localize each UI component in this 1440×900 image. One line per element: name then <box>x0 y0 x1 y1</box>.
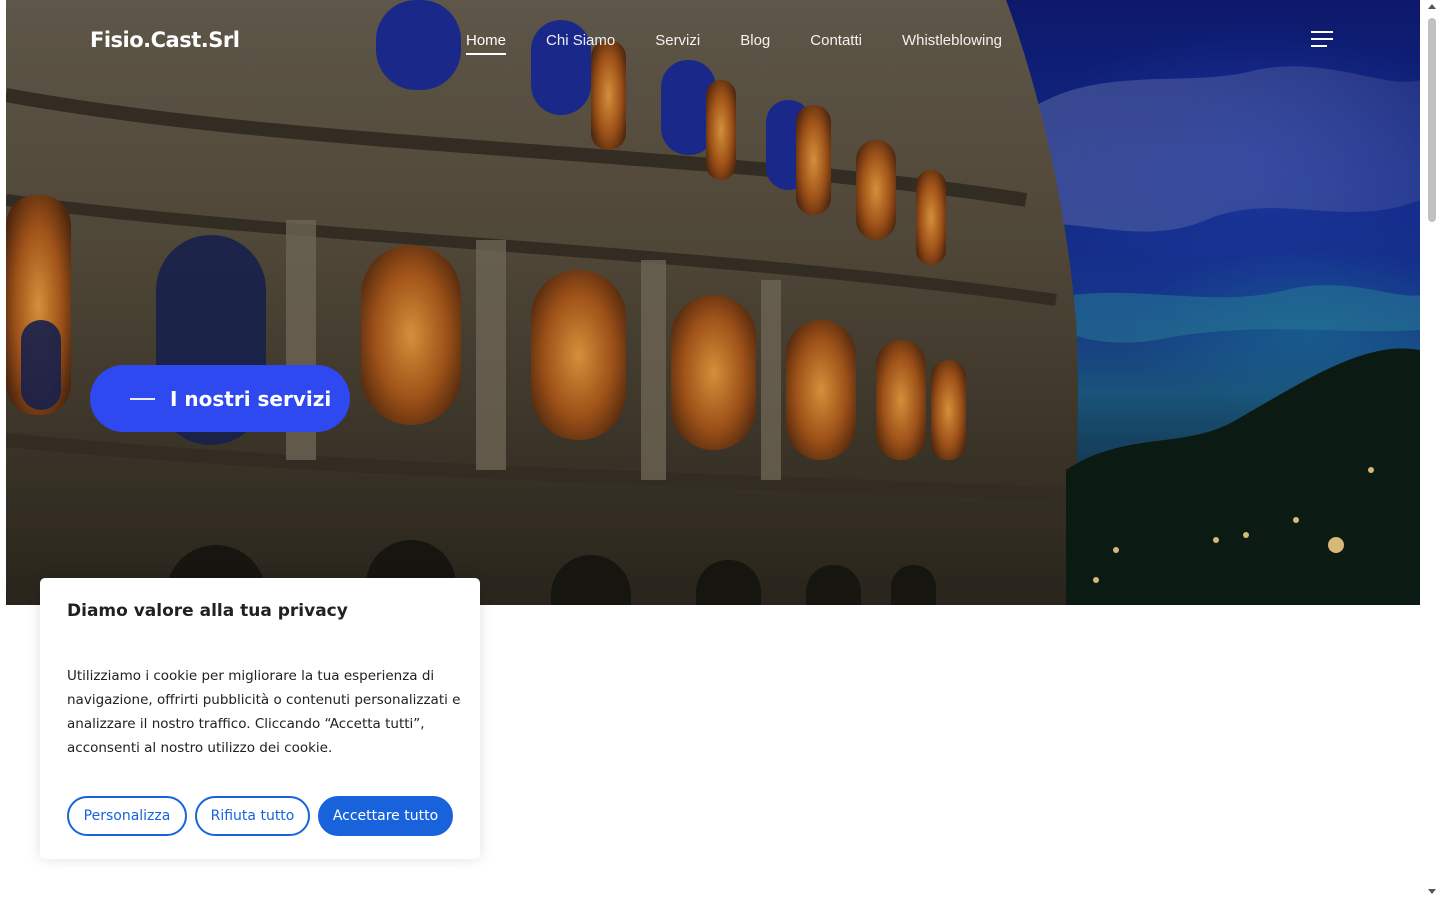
hero-section <box>6 0 1420 605</box>
cookie-banner: Diamo valore alla tua privacy Utilizziam… <box>40 578 480 859</box>
nav-home[interactable]: Home <box>466 32 507 55</box>
cookie-text: Utilizziamo i cookie per migliorare la t… <box>67 668 461 756</box>
page: Fisio.Cast.Srl Home Chi Siamo Servizi Bl… <box>0 0 1440 900</box>
scroll-down-arrow-icon[interactable] <box>1428 889 1436 894</box>
main-nav: Home Chi Siamo Servizi Blog Contatti Whi… <box>466 32 1042 55</box>
nav-chi-siamo[interactable]: Chi Siamo <box>546 32 615 55</box>
accept-all-button[interactable]: Accettare tutto <box>318 796 453 836</box>
cookie-buttons: Personalizza Rifiuta tutto Accettare tut… <box>67 796 453 836</box>
nav-servizi[interactable]: Servizi <box>655 32 700 55</box>
nav-whistleblowing[interactable]: Whistleblowing <box>902 32 1002 55</box>
nav-blog[interactable]: Blog <box>740 32 770 55</box>
reject-all-button[interactable]: Rifiuta tutto <box>195 796 310 836</box>
cta-label: I nostri servizi <box>170 386 332 411</box>
customize-button[interactable]: Personalizza <box>67 796 187 836</box>
scroll-up-arrow-icon[interactable] <box>1428 4 1436 9</box>
site-logo[interactable]: Fisio.Cast.Srl <box>90 28 240 52</box>
services-cta-button[interactable]: I nostri servizi <box>90 365 350 432</box>
hamburger-menu-icon[interactable] <box>1311 31 1333 51</box>
site-header: Fisio.Cast.Srl Home Chi Siamo Servizi Bl… <box>0 0 1420 82</box>
dash-icon <box>130 397 155 400</box>
colosseum-illustration <box>6 0 1420 605</box>
page-scrollbar[interactable] <box>1424 0 1440 900</box>
scroll-thumb[interactable] <box>1428 18 1436 222</box>
cookie-title: Diamo valore alla tua privacy <box>67 601 348 621</box>
nav-contatti[interactable]: Contatti <box>810 32 862 55</box>
